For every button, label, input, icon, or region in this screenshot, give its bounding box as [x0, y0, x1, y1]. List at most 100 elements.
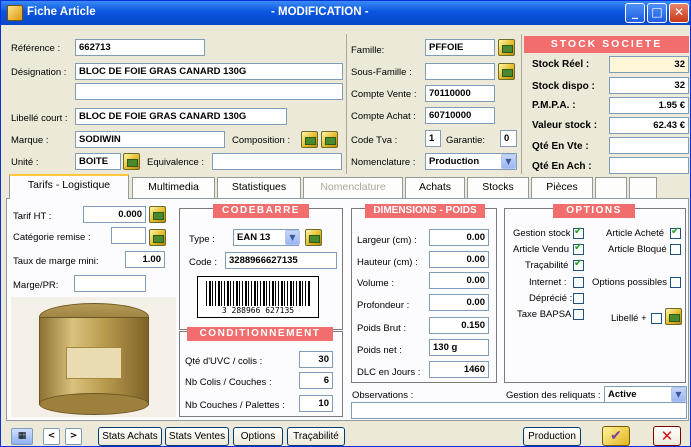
stats-achats-button[interactable]: Stats Achats [98, 427, 162, 446]
tab-stocks[interactable]: Stocks [467, 177, 529, 198]
dimensions-header: DIMENSIONS - POIDS [365, 204, 485, 218]
tracabilite-label: Traçabilité [525, 260, 569, 271]
divider [521, 34, 522, 174]
title-bar[interactable]: Fiche Article - MODIFICATION - _ □ ✕ [1, 1, 690, 25]
article-bloque-checkbox[interactable] [670, 244, 681, 255]
tarif-folder-icon[interactable] [149, 206, 166, 223]
poids-net-field[interactable]: 130 g [429, 339, 489, 356]
composition-edit-icon[interactable] [321, 131, 338, 148]
codebarre-header: CODEBARRE [213, 204, 309, 218]
libelle-court-field[interactable]: BLOC DE FOIE GRAS CANARD 130G [75, 108, 287, 125]
poids-brut-field[interactable]: 0.150 [429, 317, 489, 334]
grid-icon[interactable]: ▦ [11, 428, 33, 445]
internet-label: Internet : [529, 277, 567, 288]
options-possibles-checkbox[interactable] [670, 277, 681, 288]
tab-empty-2[interactable] [629, 177, 657, 198]
tab-statistiques[interactable]: Statistiques [217, 177, 301, 198]
garantie-field[interactable]: 0 [500, 130, 517, 147]
categorie-remise-field[interactable] [111, 227, 146, 244]
poids-net-label: Poids net : [357, 345, 402, 356]
famille-field[interactable]: PFFOIE [425, 39, 495, 56]
nav-next-button[interactable]: > [65, 428, 82, 445]
designation-field[interactable]: BLOC DE FOIE GRAS CANARD 130G [75, 63, 343, 80]
libelle-plus-checkbox[interactable] [651, 313, 662, 324]
reference-field[interactable]: 662713 [75, 39, 205, 56]
barcode-image: 3 288966 627135 [197, 276, 319, 318]
minimize-icon[interactable]: _ [625, 3, 645, 23]
qte-uvc-field[interactable]: 30 [299, 351, 333, 368]
categorie-remise-label: Catégorie remise : [13, 232, 91, 243]
equivalence-label: Equivalence : [147, 157, 205, 168]
composition-folder-icon[interactable] [301, 131, 318, 148]
tab-empty-1[interactable] [595, 177, 627, 198]
production-button[interactable]: Production [523, 427, 581, 446]
options-button[interactable]: Options [233, 427, 283, 446]
observations-label: Observations : [352, 390, 414, 401]
chevron-down-icon[interactable]: ▼ [671, 387, 686, 402]
taux-marge-field[interactable]: 1.00 [125, 251, 165, 268]
tracabilite-checkbox[interactable] [573, 258, 584, 271]
nb-couches-field[interactable]: 10 [299, 395, 333, 412]
nb-colis-label: Nb Colis / Couches : [185, 377, 272, 388]
stock-header: STOCK SOCIETE [524, 36, 689, 53]
profondeur-field[interactable]: 0.00 [429, 294, 489, 311]
barcode-folder-icon[interactable] [305, 229, 322, 246]
code-label: Code : [189, 257, 217, 268]
dlc-field[interactable]: 1460 [429, 361, 489, 378]
garantie-label: Garantie: [446, 135, 486, 146]
nav-prev-button[interactable]: < [43, 428, 60, 445]
compte-vente-label: Compte Vente : [351, 89, 417, 100]
stats-ventes-button[interactable]: Stats Ventes [165, 427, 229, 446]
internet-checkbox[interactable] [573, 277, 584, 288]
tab-nomenclature[interactable]: Nomenclature [303, 177, 403, 198]
observations-field[interactable] [351, 402, 687, 419]
libelle-plus-folder-icon[interactable] [665, 308, 682, 325]
designation-field-2[interactable] [75, 83, 343, 100]
cancel-icon[interactable]: ✕ [653, 426, 681, 446]
deprecie-checkbox[interactable] [573, 293, 584, 304]
marge-pr-field[interactable] [74, 275, 146, 292]
window-title: Fiche Article [27, 6, 96, 18]
article-vendu-checkbox[interactable] [573, 242, 584, 255]
marque-field[interactable]: SODIWIN [75, 131, 225, 148]
unite-field[interactable]: BOITE [75, 153, 121, 170]
equivalence-field[interactable] [212, 153, 342, 170]
sous-famille-field[interactable] [425, 63, 495, 80]
compte-achat-label: Compte Achat : [351, 111, 416, 122]
volume-field[interactable]: 0.00 [429, 272, 489, 289]
tracabilite-button[interactable]: Traçabilité [287, 427, 345, 446]
dlc-label: DLC en Jours : [357, 367, 421, 378]
categorie-folder-icon[interactable] [149, 229, 166, 246]
chevron-down-icon[interactable]: ▼ [285, 230, 300, 245]
divider [346, 34, 347, 174]
article-achete-checkbox[interactable] [670, 226, 681, 239]
validate-icon[interactable]: ✔ [602, 426, 630, 446]
nb-colis-field[interactable]: 6 [299, 372, 333, 389]
tarif-ht-field[interactable]: 0.000 [83, 206, 146, 223]
maximize-icon[interactable]: □ [647, 3, 667, 23]
compte-vente-field[interactable]: 70110000 [425, 85, 495, 102]
unite-folder-icon[interactable] [123, 153, 140, 170]
hauteur-field[interactable]: 0.00 [429, 251, 489, 268]
pmpa-label: P.M.P.A. : [532, 100, 576, 111]
famille-folder-icon[interactable] [498, 39, 515, 56]
valeur-stock-field: 62.43 € [609, 117, 689, 134]
gestion-stock-label: Gestion stock [513, 228, 571, 239]
barcode-code-field[interactable]: 3288966627135 [225, 252, 337, 269]
tab-multimedia[interactable]: Multimedia [132, 177, 215, 198]
largeur-field[interactable]: 0.00 [429, 229, 489, 246]
close-icon[interactable]: ✕ [669, 3, 689, 23]
pmpa-field: 1.95 € [609, 97, 689, 114]
tab-achats[interactable]: Achats [405, 177, 465, 198]
tab-tarifs-logistique[interactable]: Tarifs - Logistique [9, 174, 129, 199]
profondeur-label: Profondeur : [357, 300, 410, 311]
sous-famille-folder-icon[interactable] [498, 63, 515, 80]
chevron-down-icon[interactable]: ▼ [501, 154, 516, 169]
taxe-bapsa-checkbox[interactable] [573, 309, 584, 320]
tab-pieces[interactable]: Pièces [531, 177, 593, 198]
compte-achat-field[interactable]: 60710000 [425, 107, 495, 124]
app-icon [7, 5, 23, 21]
code-tva-field[interactable]: 1 [425, 130, 441, 147]
sous-famille-label: Sous-Famille : [351, 67, 412, 78]
gestion-stock-checkbox[interactable] [573, 226, 584, 239]
